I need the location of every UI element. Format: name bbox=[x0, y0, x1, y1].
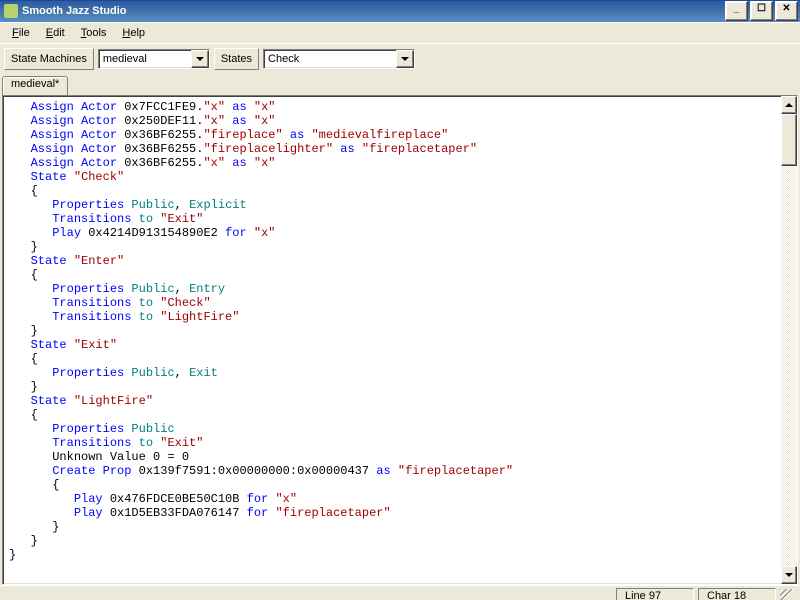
scroll-thumb[interactable] bbox=[781, 114, 797, 166]
status-bar: Line 97 Char 18 bbox=[0, 585, 800, 600]
dropdown-arrow-icon[interactable] bbox=[396, 50, 414, 68]
states-button[interactable]: States bbox=[214, 48, 259, 70]
resize-grip-icon[interactable] bbox=[780, 589, 794, 600]
dropdown-arrow-icon[interactable] bbox=[191, 50, 209, 68]
tab-medieval[interactable]: medieval* bbox=[2, 76, 68, 96]
state-machines-combo[interactable]: medieval bbox=[98, 49, 210, 69]
menu-edit[interactable]: Edit bbox=[38, 25, 73, 41]
title-bar: Smooth Jazz Studio _ ☐ ✕ bbox=[0, 0, 800, 22]
state-machines-value: medieval bbox=[99, 53, 191, 65]
status-line: Line 97 bbox=[616, 588, 694, 600]
window-title: Smooth Jazz Studio bbox=[22, 5, 127, 17]
scroll-track[interactable] bbox=[781, 114, 797, 566]
code-content[interactable]: Assign Actor 0x7FCC1FE9."x" as "x" Assig… bbox=[3, 96, 781, 584]
scroll-down-button[interactable] bbox=[781, 566, 797, 584]
state-machines-button[interactable]: State Machines bbox=[4, 48, 94, 70]
minimize-button[interactable]: _ bbox=[725, 1, 748, 21]
states-combo[interactable]: Check bbox=[263, 49, 415, 69]
states-value: Check bbox=[264, 53, 396, 65]
scroll-up-button[interactable] bbox=[781, 96, 797, 114]
menu-help[interactable]: Help bbox=[114, 25, 153, 41]
code-editor[interactable]: Assign Actor 0x7FCC1FE9."x" as "x" Assig… bbox=[2, 95, 798, 585]
app-icon bbox=[4, 4, 18, 18]
status-char: Char 18 bbox=[698, 588, 776, 600]
vertical-scrollbar[interactable] bbox=[781, 96, 797, 584]
close-button[interactable]: ✕ bbox=[775, 1, 798, 21]
toolbar: State Machines medieval States Check bbox=[0, 43, 800, 74]
menu-tools[interactable]: Tools bbox=[73, 25, 115, 41]
menu-bar: File Edit Tools Help bbox=[0, 22, 800, 43]
tab-strip: medieval* bbox=[0, 76, 800, 95]
maximize-button[interactable]: ☐ bbox=[750, 1, 773, 21]
menu-file[interactable]: File bbox=[4, 25, 38, 41]
